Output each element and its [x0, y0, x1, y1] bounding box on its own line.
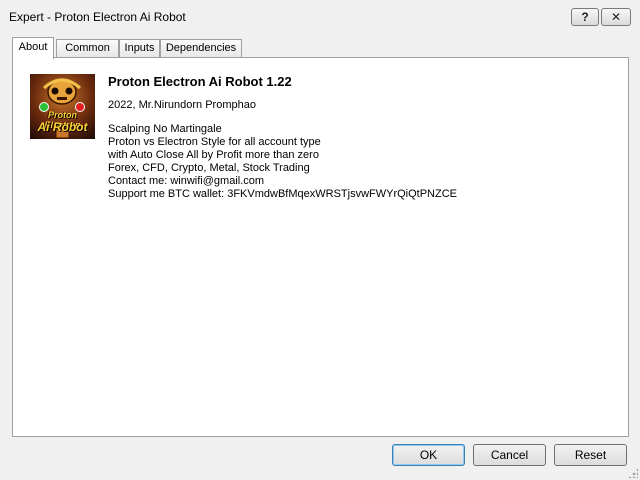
- expert-name-heading: Proton Electron Ai Robot 1.22: [108, 74, 292, 89]
- author-line: 2022, Mr.Nirundorn Promphao: [108, 99, 256, 111]
- about-info: Proton Electron Ai Robot 1.22 2022, Mr.N…: [108, 74, 457, 201]
- tab-inputs[interactable]: Inputs: [119, 39, 160, 58]
- logo-text-line2: Ai Robot: [37, 120, 88, 134]
- window-title: Expert - Proton Electron Ai Robot: [9, 10, 186, 24]
- reset-button[interactable]: Reset: [554, 444, 627, 466]
- description-line: Forex, CFD, Crypto, Metal, Stock Trading: [108, 162, 310, 174]
- resize-grip-icon[interactable]: [628, 468, 638, 478]
- expert-dialog: Expert - Proton Electron Ai Robot ? ✕ Ab…: [0, 0, 640, 480]
- description-line: Proton vs Electron Style for all account…: [108, 136, 321, 148]
- about-panel: Proton Electron Ai Robot Proton Electron…: [12, 57, 629, 437]
- close-icon: ✕: [610, 10, 622, 24]
- expert-logo: Proton Electron Ai Robot: [30, 74, 95, 139]
- help-button[interactable]: ?: [571, 8, 599, 26]
- cancel-button[interactable]: Cancel: [473, 444, 546, 466]
- description-line: Contact me: winwifi@gmail.com: [108, 175, 265, 187]
- description-line: with Auto Close All by Profit more than …: [108, 149, 319, 161]
- ok-button[interactable]: OK: [392, 444, 465, 466]
- close-button[interactable]: ✕: [601, 8, 631, 26]
- tab-common[interactable]: Common: [56, 39, 119, 58]
- tab-about[interactable]: About: [12, 37, 54, 59]
- description-line: Support me BTC wallet: 3FKVmdwBfMqexWRST…: [108, 188, 458, 200]
- tab-dependencies[interactable]: Dependencies: [160, 39, 242, 58]
- description-line: Scalping No Martingale: [108, 123, 222, 135]
- help-icon: ?: [581, 10, 589, 24]
- title-bar: Expert - Proton Electron Ai Robot ? ✕: [0, 0, 640, 33]
- description-block: Scalping No Martingale Proton vs Electro…: [108, 123, 457, 201]
